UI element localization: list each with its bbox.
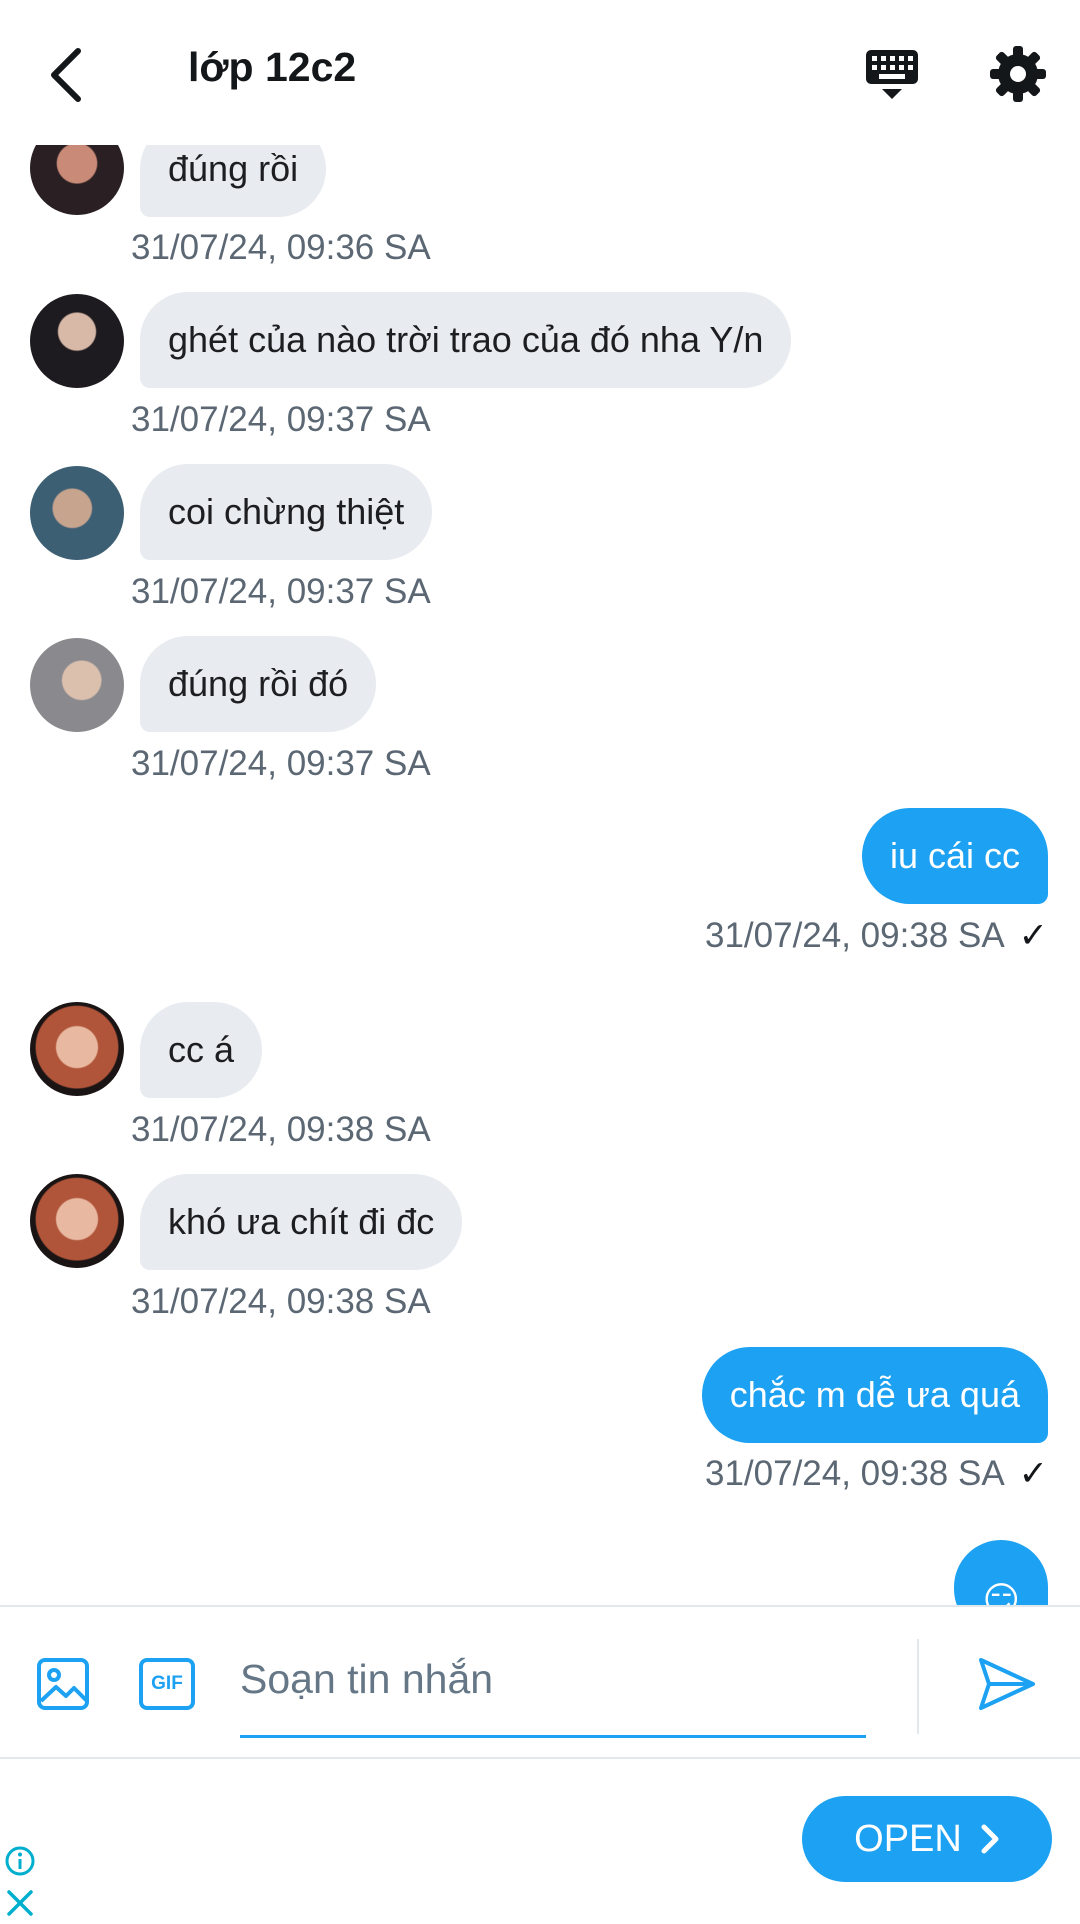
gif-button[interactable]: GIF [138, 1657, 196, 1711]
message-timestamp: 31/07/24, 09:36 SA [131, 228, 431, 267]
message-bubble[interactable]: khó ưa chít đi đc [140, 1174, 463, 1270]
avatar[interactable] [30, 638, 124, 732]
message-timestamp: 31/07/24, 09:38 SA ✓ [705, 916, 1048, 956]
message-timestamp: 31/07/24, 09:37 SA [131, 572, 431, 611]
message-timestamp-text: 31/07/24, 09:38 SA [704, 1454, 1005, 1493]
message-timestamp: 31/07/24, 09:38 SA ✓ [705, 1454, 1048, 1494]
message-bubble[interactable]: cc á [140, 1002, 263, 1098]
message-bubble-sent[interactable]: iu cái cc [861, 808, 1048, 904]
gear-icon [990, 46, 1046, 102]
close-icon [7, 1890, 33, 1916]
send-button[interactable] [975, 1652, 1039, 1716]
sent-check-icon: ✓ [1018, 916, 1048, 955]
chevron-right-icon [981, 1824, 999, 1854]
avatar[interactable] [30, 145, 124, 215]
message-composer: GIF [0, 1605, 1080, 1757]
back-button[interactable] [36, 40, 96, 110]
gif-label: GIF [151, 1673, 183, 1694]
message-input-wrapper [240, 1629, 866, 1738]
ad-info-button[interactable] [4, 1845, 36, 1877]
message-bubble[interactable]: ghét của nào trời trao của đó nha Y/n [140, 292, 792, 388]
message-bubble[interactable]: đúng rồi đó [140, 636, 377, 732]
chevron-left-icon [51, 48, 81, 102]
sent-check-icon: ✓ [1018, 1454, 1048, 1493]
message-bubble-sent[interactable]: 😏 [954, 1540, 1048, 1605]
page-title: lớp 12c2 [188, 44, 357, 90]
message-bubble[interactable]: đúng rồi [140, 145, 327, 217]
message-input[interactable] [240, 1629, 866, 1729]
avatar[interactable] [30, 294, 124, 388]
info-icon [5, 1846, 35, 1876]
attach-image-button[interactable] [36, 1657, 90, 1711]
message-timestamp: 31/07/24, 09:38 SA [131, 1110, 431, 1149]
ad-open-button[interactable]: OPEN [802, 1796, 1052, 1882]
message-timestamp-text: 31/07/24, 09:38 SA [704, 916, 1005, 955]
message-timestamp: 31/07/24, 09:38 SA [131, 1282, 431, 1321]
avatar[interactable] [30, 1002, 124, 1096]
send-icon [979, 1658, 1035, 1710]
avatar[interactable] [30, 1174, 124, 1268]
image-icon [37, 1658, 89, 1710]
ad-banner[interactable]: OPEN [0, 1757, 1080, 1922]
message-bubble[interactable]: coi chừng thiệt [140, 464, 433, 560]
keyboard-button[interactable] [862, 44, 922, 104]
ad-close-button[interactable] [4, 1887, 36, 1919]
divider [917, 1639, 919, 1734]
message-bubble-sent[interactable]: chắc m dễ ưa quá [701, 1347, 1048, 1443]
message-list[interactable]: đúng rồi 31/07/24, 09:36 SA ghét của nào… [0, 145, 1080, 1605]
message-timestamp: 31/07/24, 09:37 SA [131, 400, 431, 439]
settings-button[interactable] [988, 44, 1048, 104]
chat-header: lớp 12c2 [0, 0, 1080, 145]
keyboard-icon [866, 50, 918, 99]
avatar[interactable] [30, 466, 124, 560]
message-timestamp: 31/07/24, 09:37 SA [131, 744, 431, 783]
ad-open-label: OPEN [854, 1817, 962, 1860]
